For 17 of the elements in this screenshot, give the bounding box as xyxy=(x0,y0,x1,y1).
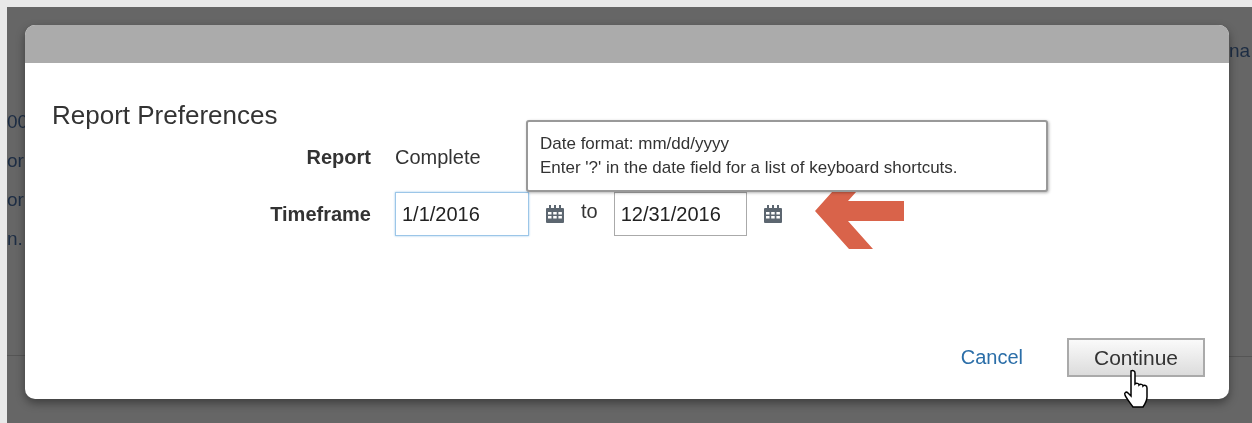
background-text: n. xyxy=(7,228,24,249)
report-value: Complete xyxy=(395,146,481,169)
calendar-icon[interactable] xyxy=(762,204,783,224)
field-label: Report xyxy=(306,146,371,169)
background-text: or xyxy=(7,189,25,210)
continue-button[interactable]: Continue xyxy=(1067,338,1205,377)
date-field[interactable]: 1/1/2016 xyxy=(395,192,529,236)
background-text: na xyxy=(1229,40,1251,61)
tooltip-text: Date format: mm/dd/yyyy xyxy=(540,133,730,155)
field-label: Timeframe xyxy=(270,202,371,226)
calendar-icon[interactable] xyxy=(545,204,565,224)
connector-text: to xyxy=(581,199,598,223)
date-field[interactable]: 12/31/2016 xyxy=(613,192,747,236)
cancel-link[interactable]: Cancel xyxy=(960,346,1023,369)
background-text: or xyxy=(7,150,25,171)
tooltip-text: Enter '?' in the date field for a list of keyboard shortcuts. xyxy=(540,157,959,179)
dialog-title: Report Preferences xyxy=(52,100,279,130)
